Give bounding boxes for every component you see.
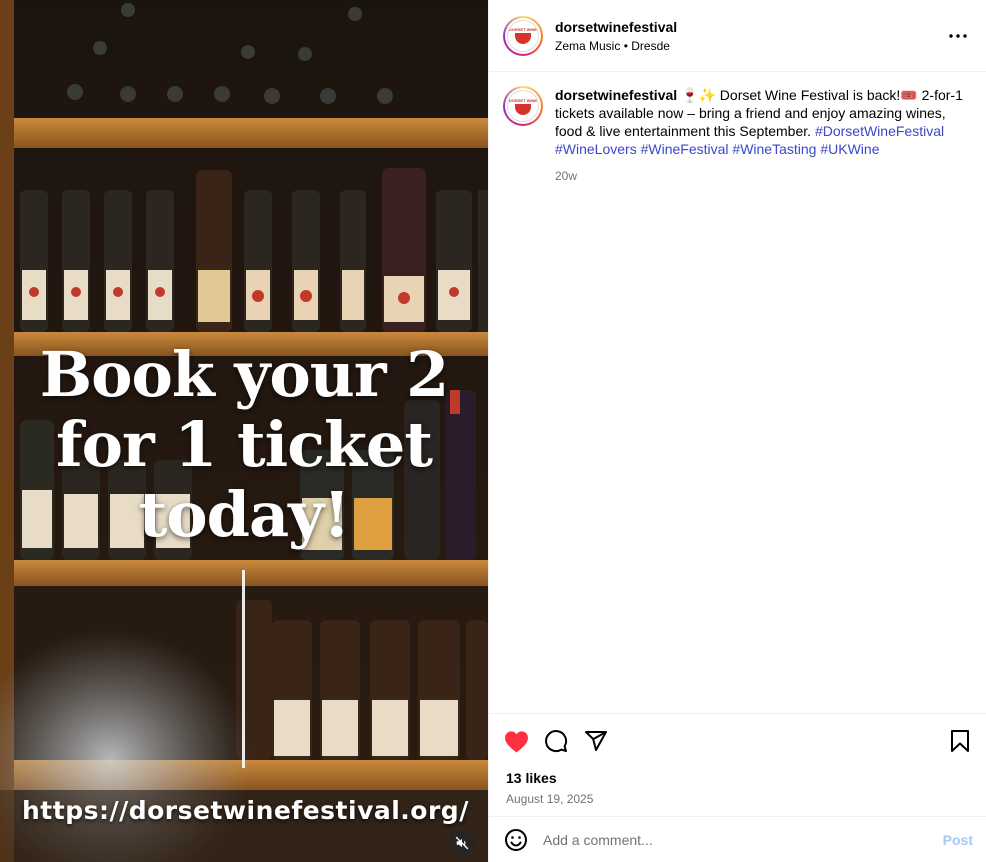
hashtag-link[interactable]: #WineFestival (641, 141, 729, 157)
avatar[interactable]: DORSET WINE (503, 15, 543, 56)
post-header: DORSET WINE dorsetwinefestival Zema Musi… (489, 0, 986, 72)
caption-emoji: 🍷✨ (681, 87, 716, 103)
caption-ticket-emoji: 🎟️ (900, 87, 918, 103)
audio-link[interactable]: Zema Music (555, 39, 620, 53)
caption-timestamp[interactable]: 20w (555, 167, 965, 185)
hashtag-link[interactable]: #WineTasting (732, 141, 816, 157)
smiley-icon (505, 828, 527, 851)
speaker-muted-icon (455, 836, 469, 850)
promo-line-2: for 1 ticket (56, 408, 433, 481)
likes-count[interactable]: 13 likes (489, 770, 986, 786)
header-username[interactable]: dorsetwinefestival (555, 19, 677, 35)
more-options-button[interactable] (946, 24, 970, 48)
promo-overlay-text: Book your 2 for 1 ticket today! (0, 340, 488, 550)
avatar-logo-text: DORSET WINE (508, 27, 538, 32)
caption-text: dorsetwinefestival 🍷✨ Dorset Wine Festiv… (555, 86, 965, 158)
emoji-picker-button[interactable] (503, 827, 529, 853)
text-cursor-line (242, 570, 245, 768)
post-actions: 13 likes August 19, 2025 (489, 713, 986, 816)
promo-line-1: Book your 2 (39, 338, 450, 411)
hashtag-link[interactable]: #DorsetWineFestival (815, 123, 944, 139)
comment-button[interactable] (543, 728, 569, 754)
promo-line-3: today! (138, 478, 351, 551)
comment-icon (545, 730, 568, 753)
hashtag-link[interactable]: #WineLovers (555, 141, 637, 157)
post-caption: DORSET WINE dorsetwinefestival 🍷✨ Dorset… (489, 72, 986, 185)
comment-input[interactable] (543, 831, 943, 848)
post-media[interactable]: Book your 2 for 1 ticket today! https://… (0, 0, 488, 862)
bookmark-icon (951, 730, 969, 752)
mute-button[interactable] (449, 830, 475, 856)
post-comment-button[interactable]: Post (943, 832, 973, 848)
caption-avatar-logo-text: DORSET WINE (508, 97, 538, 103)
heart-filled-icon (504, 730, 528, 752)
caption-avatar[interactable]: DORSET WINE (503, 86, 543, 126)
share-button[interactable] (583, 728, 609, 754)
post-dialog: Book your 2 for 1 ticket today! https://… (0, 0, 986, 862)
promo-url-text: https://dorsetwinefestival.org/ (22, 796, 469, 825)
post-date: August 19, 2025 (506, 792, 594, 806)
share-icon (585, 731, 607, 751)
hashtag-link[interactable]: #UKWine (820, 141, 879, 157)
header-subtitle: Zema Music • Dresde (555, 39, 677, 53)
more-dots-icon (949, 34, 967, 38)
save-button[interactable] (947, 728, 973, 754)
caption-text-part1: Dorset Wine Festival is back! (715, 87, 901, 103)
separator-dot: • (623, 38, 628, 53)
comment-bar: Post (489, 816, 986, 862)
location-link[interactable]: Dresde (631, 39, 670, 53)
caption-username[interactable]: dorsetwinefestival (555, 87, 677, 103)
like-button[interactable] (503, 728, 529, 754)
post-details-panel: DORSET WINE dorsetwinefestival Zema Musi… (488, 0, 986, 862)
